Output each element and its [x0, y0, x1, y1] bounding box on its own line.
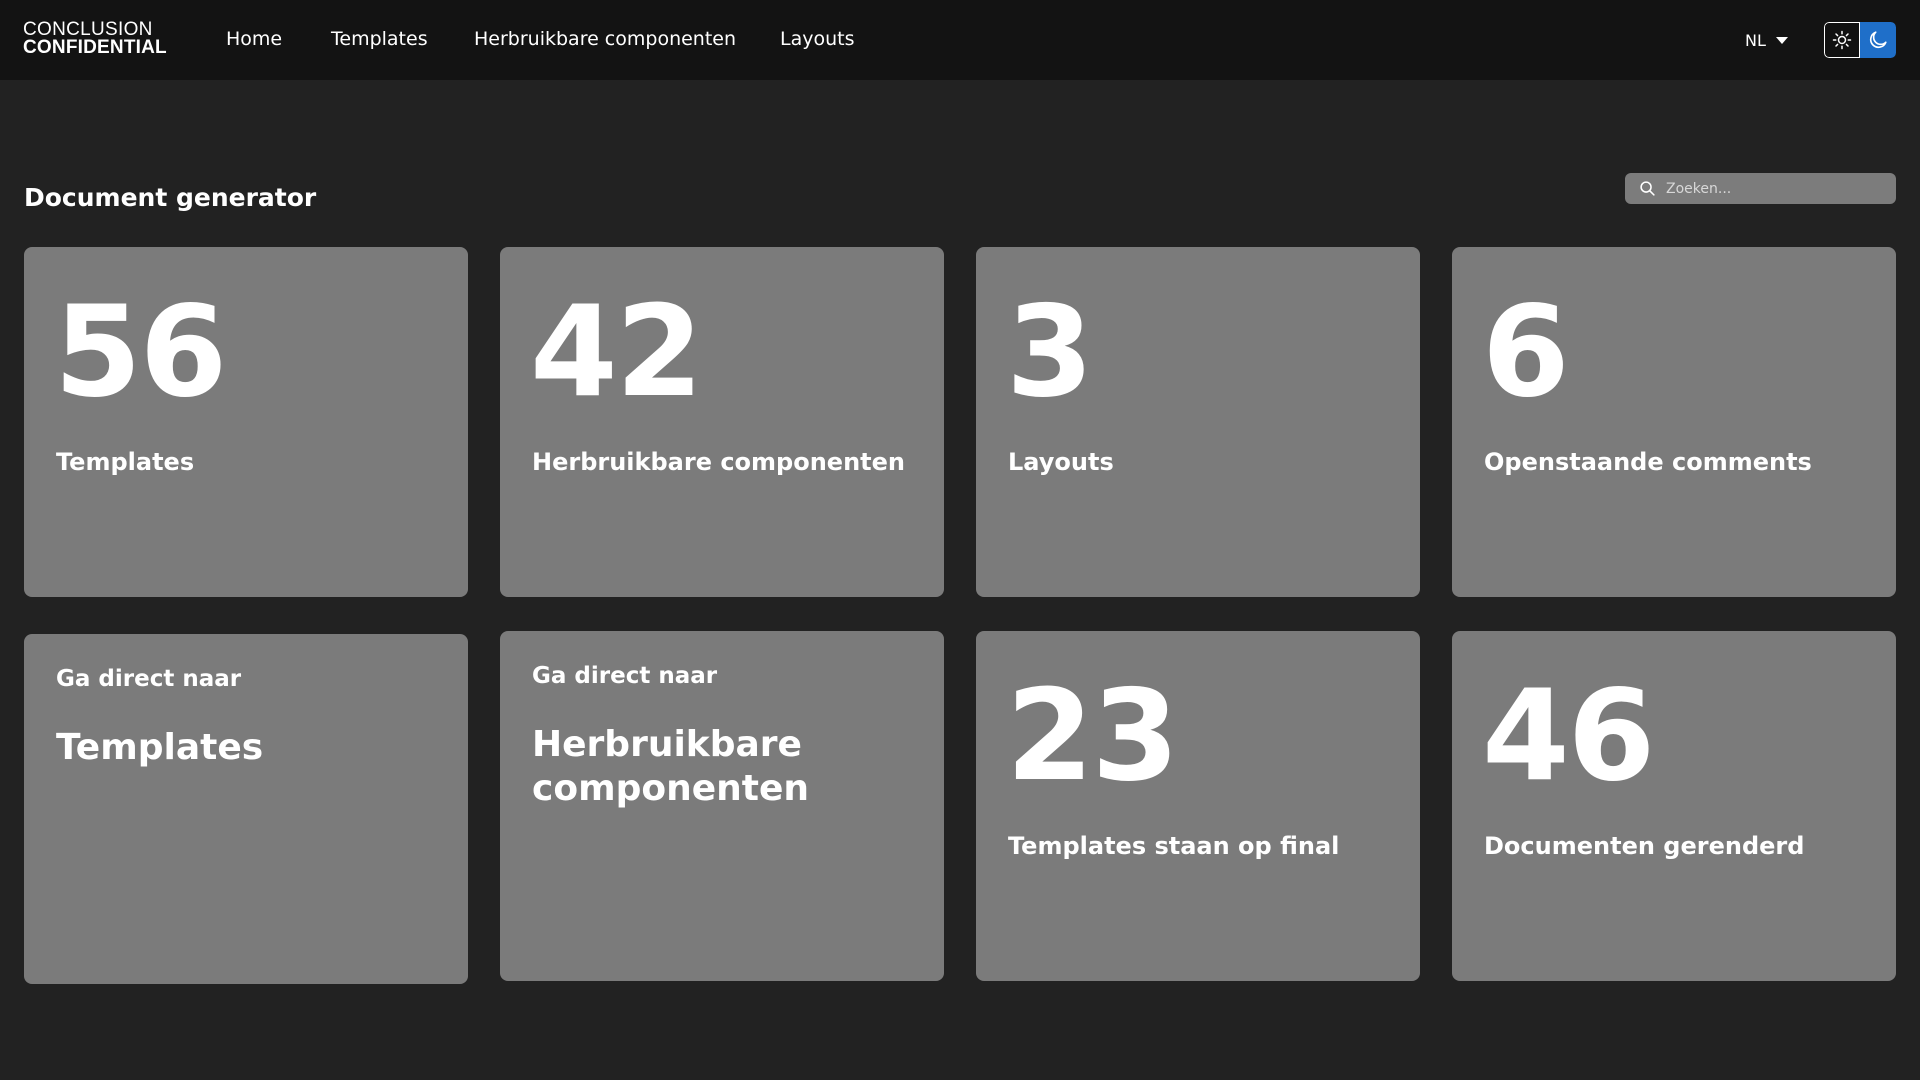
light-theme-button[interactable] [1824, 22, 1860, 58]
stat-value: 23 [1006, 662, 1179, 809]
language-selector[interactable]: NL [1745, 31, 1788, 50]
theme-toggle[interactable] [1824, 22, 1896, 58]
nav-item-templates[interactable]: Templates [331, 28, 428, 50]
nav-item-herbruikbare-componenten[interactable]: Herbruikbare componenten [474, 28, 736, 50]
moon-icon [1869, 31, 1887, 49]
dark-theme-button[interactable] [1860, 22, 1896, 58]
stat-value: 42 [530, 278, 703, 425]
stat-label: Herbruikbare componenten [532, 448, 906, 476]
search-box[interactable] [1625, 173, 1896, 204]
stat-value: 3 [1006, 278, 1094, 425]
nav-item-home[interactable]: Home [226, 28, 282, 50]
stat-label: Documenten gerenderd [1484, 832, 1805, 860]
stat-label: Layouts [1008, 448, 1114, 476]
stat-card-templates[interactable]: 56 Templates [24, 247, 468, 597]
stat-card-templates-final[interactable]: 23 Templates staan op final [976, 631, 1420, 981]
shortcut-target: Herbruikbare componenten [532, 724, 810, 809]
stat-value: 56 [54, 278, 227, 425]
brand-logo[interactable]: CONCLUSION CONFIDENTIAL [23, 20, 167, 58]
logo-line-2: CONFIDENTIAL [23, 37, 167, 58]
stat-card-layouts[interactable]: 3 Layouts [976, 247, 1420, 597]
stat-label: Openstaande comments [1484, 448, 1812, 476]
search-icon [1640, 181, 1655, 196]
shortcut-prefix: Ga direct naar [56, 666, 242, 692]
stat-card-herbruikbare-componenten[interactable]: 42 Herbruikbare componenten [500, 247, 944, 597]
stat-label: Templates staan op final [1008, 832, 1340, 860]
shortcut-card-templates[interactable]: Ga direct naar Templates [24, 634, 468, 984]
nav-item-layouts[interactable]: Layouts [780, 28, 855, 50]
top-navigation-bar: CONCLUSION CONFIDENTIAL Home Templates H… [0, 0, 1920, 80]
shortcut-target: Templates [56, 727, 264, 768]
search-input[interactable] [1666, 180, 1896, 197]
page-title: Document generator [24, 183, 317, 212]
stat-label: Templates [56, 448, 195, 476]
stat-value: 46 [1482, 662, 1655, 809]
stat-card-openstaande-comments[interactable]: 6 Openstaande comments [1452, 247, 1896, 597]
stat-card-documenten-gerenderd[interactable]: 46 Documenten gerenderd [1452, 631, 1896, 981]
shortcut-card-herbruikbare-componenten[interactable]: Ga direct naar Herbruikbare componenten [500, 631, 944, 981]
sun-icon [1832, 30, 1852, 50]
shortcut-prefix: Ga direct naar [532, 663, 718, 689]
stat-value: 6 [1482, 278, 1570, 425]
language-code: NL [1745, 31, 1766, 50]
chevron-down-icon [1775, 37, 1788, 44]
